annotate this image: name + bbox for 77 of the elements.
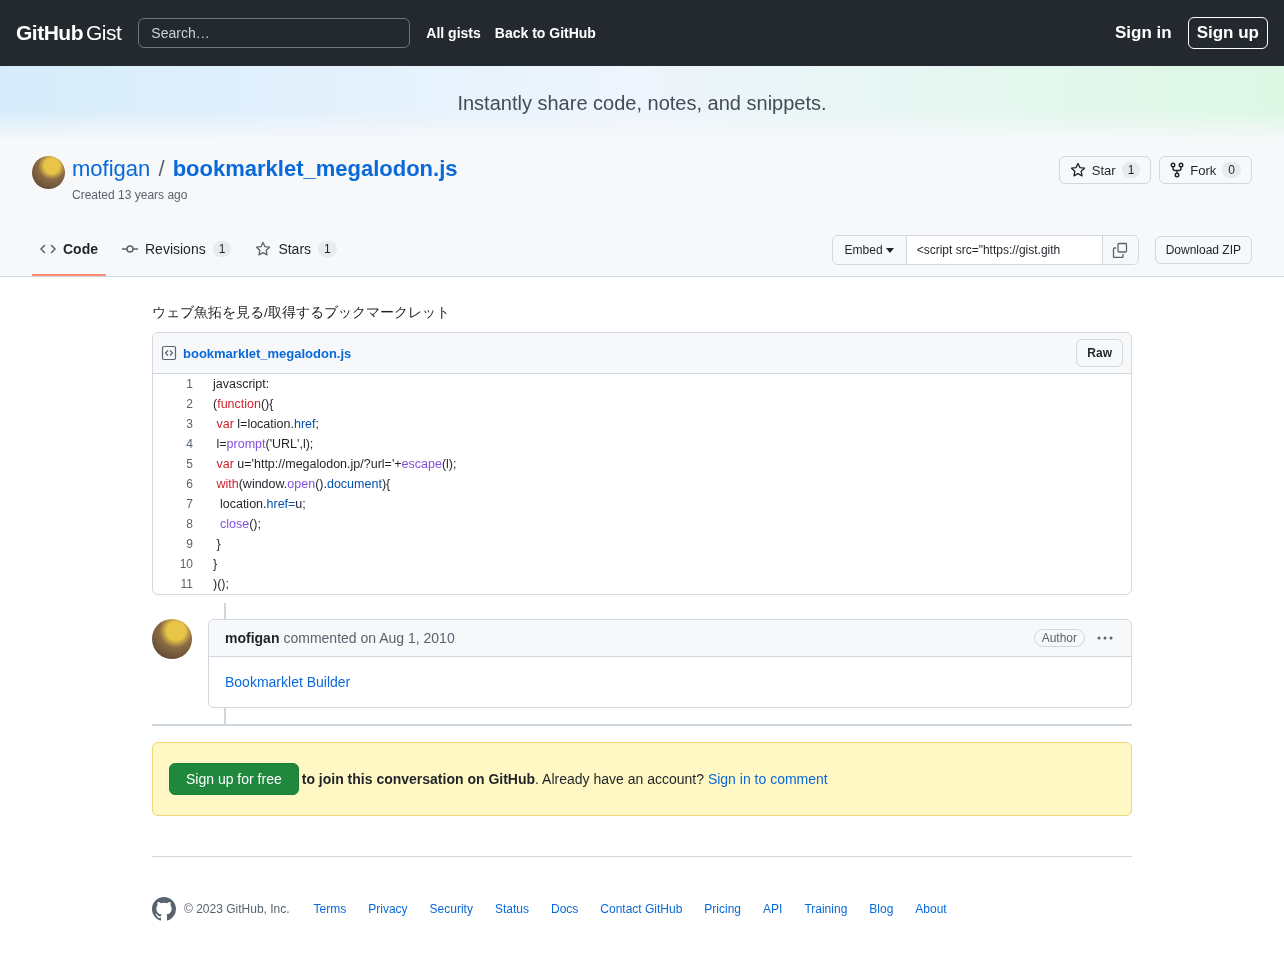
code-line: close();	[218, 517, 261, 531]
line-number: 6	[185, 477, 194, 491]
comment-date: commented on Aug 1, 2010	[283, 630, 455, 646]
count-badge: 1	[212, 241, 232, 257]
raw-button[interactable]: Raw	[1076, 339, 1123, 367]
footer-link[interactable]: Blog	[869, 902, 894, 916]
footer-link[interactable]: Security	[429, 902, 473, 916]
code-line: with(window.open().document){	[215, 477, 391, 491]
line-number: 3	[185, 417, 194, 431]
owner-link[interactable]: mofigan	[72, 156, 151, 181]
footer-link[interactable]: API	[763, 902, 783, 916]
code-line: )();	[213, 577, 229, 591]
code-line: var u='http://megalodon.jp/?url='+escape(l);	[215, 457, 457, 471]
code-line: javascript:	[213, 377, 270, 391]
line-number: 4	[185, 437, 194, 451]
comment-link[interactable]: Bookmarklet Builder	[225, 674, 351, 690]
line-number: 5	[185, 457, 194, 471]
avatar	[32, 156, 65, 189]
avatar	[152, 619, 192, 659]
search-field[interactable]: Search…	[138, 18, 411, 48]
gist-name-link[interactable]: bookmarklet_megalodon.js	[172, 156, 458, 181]
footer-link[interactable]: Docs	[550, 902, 579, 916]
gist-logo[interactable]: GitHubGist	[16, 21, 122, 45]
star-icon	[255, 241, 272, 257]
tagline: Instantly share code, notes, and snippets.	[457, 91, 827, 115]
count-badge: 0	[1222, 162, 1241, 178]
count-badge: 1	[318, 241, 337, 257]
code-file-icon	[161, 345, 177, 361]
line-number: 10	[178, 557, 194, 571]
footer-link[interactable]: Status	[494, 902, 529, 916]
copy-icon	[1112, 242, 1129, 258]
code-line: }	[213, 557, 218, 571]
file-name-link[interactable]: bookmarklet_megalodon.js	[183, 345, 352, 361]
fork-button[interactable]: Fork 0	[1159, 156, 1252, 184]
sign-up-button[interactable]: Sign up	[1187, 17, 1268, 49]
code-line: }	[215, 537, 221, 551]
line-number: 7	[185, 497, 194, 511]
download-zip-button[interactable]: Download ZIP	[1154, 236, 1252, 264]
created-date: Created 13 years ago	[72, 188, 189, 202]
line-number: 2	[185, 397, 194, 411]
nav-link[interactable]: Back to GitHub	[494, 25, 596, 41]
line-number: 8	[185, 517, 194, 531]
tab[interactable]: Code	[32, 224, 106, 276]
embed-dropdown[interactable]: Embed	[832, 236, 907, 264]
code-line: l=prompt('URL',l);	[215, 437, 314, 451]
footer-link[interactable]: Contact GitHub	[600, 902, 683, 916]
kebab-menu-icon	[1097, 636, 1113, 640]
path-separator: /	[158, 156, 165, 181]
sign-in-to-comment-link[interactable]: Sign in to comment	[707, 771, 828, 787]
line-number: 9	[185, 537, 194, 551]
code-line: var l=location.href;	[215, 417, 319, 431]
gist-description: ウェブ魚拓を見る/取得するブックマークレット	[152, 304, 451, 322]
footer-link[interactable]: Training	[804, 902, 848, 916]
star-icon	[1069, 162, 1086, 178]
line-number: 11	[179, 577, 194, 591]
nav-link[interactable]: All gists	[426, 25, 481, 41]
copyright-text: © 2023 GitHub, Inc.	[184, 902, 290, 916]
copy-button[interactable]	[1101, 236, 1138, 264]
join-message: to join this conversation on GitHub. Already have an account? Sign in to comment	[301, 771, 828, 787]
fork-icon	[1170, 162, 1185, 178]
footer-link[interactable]: About	[915, 902, 947, 916]
count-badge: 1	[1121, 162, 1141, 178]
comment-author-link[interactable]: mofigan	[225, 630, 280, 646]
sign-up-free-button[interactable]: Sign up for free	[169, 763, 299, 795]
star-button[interactable]: Star 1	[1058, 156, 1152, 184]
footer-link[interactable]: Pricing	[704, 902, 742, 916]
embed-code-field[interactable]: <script src="https://gist.gith	[906, 236, 1102, 264]
github-logo-icon	[152, 897, 176, 921]
caret-icon	[885, 247, 894, 253]
tab[interactable]: Stars 1	[247, 224, 345, 276]
footer-link[interactable]: Terms	[313, 902, 347, 916]
code-line: location.href=u;	[218, 497, 306, 511]
line-number: 1	[185, 377, 194, 391]
footer-link[interactable]: Privacy	[368, 902, 408, 916]
sign-in-link[interactable]: Sign in	[1115, 23, 1172, 43]
tab[interactable]: Revisions 1	[114, 224, 240, 276]
code-line: (function(){	[213, 397, 274, 411]
